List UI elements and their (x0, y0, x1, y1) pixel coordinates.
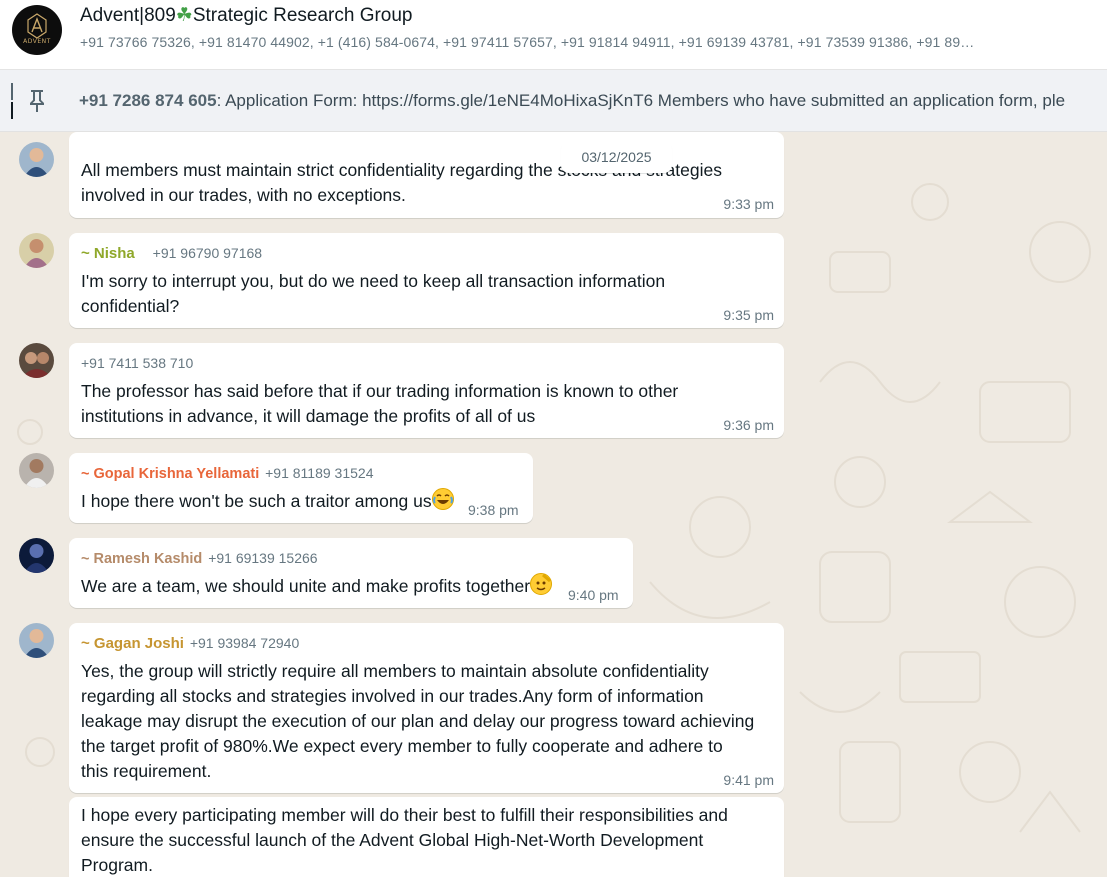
sender-avatar[interactable] (19, 453, 54, 488)
sender-avatar[interactable] (19, 142, 54, 177)
pinned-message-bar[interactable]: +91 7286 874 605: Application Form: http… (0, 70, 1107, 132)
message-bubble[interactable]: ~ Ramesh Kashid +91 69139 15266 We are a… (69, 538, 633, 608)
message-line: ensure the successful launch of the Adve… (81, 830, 704, 850)
message-line: Program. (81, 855, 153, 875)
pinned-sender: +91 7286 874 605 (79, 91, 217, 110)
sender-avatar[interactable] (19, 538, 54, 573)
sender-name[interactable]: ~ Gopal Krishna Yellamati (81, 466, 259, 482)
sender-line: ~ Gopal Krishna Yellamati +91 81189 3152… (81, 465, 373, 482)
group-members-list[interactable]: +91 73766 75326, +91 81470 44902, +1 (41… (80, 34, 1090, 50)
message-bubble[interactable]: +91 7411 538 710 The professor has said … (69, 343, 784, 438)
message-time: 9:33 pm (723, 196, 774, 212)
group-name-part1: Advent|809 (80, 5, 176, 26)
shamrock-icon: ☘ (175, 5, 193, 26)
message-line: the target profit of 980%.We expect ever… (81, 736, 723, 756)
message-line-text: I hope there won't be such a traitor amo… (81, 491, 432, 511)
message-bubble[interactable]: ~ Nisha +91 96790 97168 I'm sorry to int… (69, 233, 784, 328)
message-time: 9:38 pm (468, 502, 519, 518)
message-line-text: We are a team, we should unite and make … (81, 576, 531, 596)
chat-area[interactable]: 03/12/2025 All members must maintain str… (0, 132, 1107, 877)
message-line: I hope there won't be such a traitor amo… (81, 488, 454, 514)
sender-line: ~ Ramesh Kashid +91 69139 15266 (81, 550, 318, 567)
chat-header[interactable]: ADVENT Advent|809☘Strategic Research Gro… (0, 0, 1107, 70)
sender-avatar[interactable] (19, 343, 54, 378)
sender-phone: +91 96790 97168 (152, 245, 263, 261)
message-time: 9:36 pm (723, 417, 774, 433)
date-chip: 03/12/2025 (561, 141, 672, 173)
sender-phone: +91 93984 72940 (189, 635, 300, 651)
message-line: We are a team, we should unite and make … (81, 573, 553, 599)
sender-line: ~ Gagan Joshi +91 93984 72940 (81, 635, 299, 652)
message-line: regarding all stocks and strategies invo… (81, 686, 704, 706)
sender-phone[interactable]: +91 7411 538 710 (81, 355, 193, 371)
message-line: involved in our trades, with no exceptio… (81, 185, 406, 205)
message-line: confidential? (81, 296, 180, 316)
sender-phone: +91 81189 31524 (265, 465, 374, 481)
message-line: I'm sorry to interrupt you, but do we ne… (81, 271, 666, 291)
sender-name[interactable]: ~ Gagan Joshi (81, 635, 184, 652)
sender-avatar[interactable] (19, 233, 54, 268)
sender-phone: +91 69139 15266 (208, 550, 318, 566)
group-name[interactable]: Advent|809☘Strategic Research Group (80, 4, 413, 27)
group-name-part2: Strategic Research Group (192, 5, 413, 26)
sender-name[interactable]: ~ Ramesh Kashid (81, 551, 202, 567)
sender-line: ~ Nisha +91 96790 97168 (81, 245, 262, 262)
advent-logo-icon (27, 13, 47, 39)
pinned-message-text[interactable]: +91 7286 874 605: Application Form: http… (79, 91, 1065, 111)
message-line: leakage may disrupt the execution of our… (81, 711, 755, 731)
group-avatar[interactable]: ADVENT (12, 5, 62, 55)
pin-icon[interactable] (27, 89, 47, 113)
pinned-body: : Application Form: https://forms.gle/1e… (216, 91, 1066, 110)
message-bubble[interactable]: All members must maintain strict confide… (69, 132, 784, 218)
message-bubble[interactable]: I hope every participating member will d… (69, 797, 784, 877)
message-time: 9:40 pm (568, 587, 619, 603)
message-bubble[interactable]: ~ Gagan Joshi +91 93984 72940 Yes, the g… (69, 623, 784, 793)
message-line: Yes, the group will strictly require all… (81, 661, 709, 681)
message-bubble[interactable]: ~ Gopal Krishna Yellamati +91 81189 3152… (69, 453, 533, 523)
saluting-face-icon (530, 573, 553, 595)
message-line: institutions in advance, it will damage … (81, 406, 536, 426)
message-line: The professor has said before that if ou… (81, 381, 679, 401)
pin-indicator (11, 83, 13, 119)
message-line: I hope every participating member will d… (81, 805, 728, 825)
message-time: 9:35 pm (723, 307, 774, 323)
message-line: this requirement. (81, 761, 212, 781)
sender-name[interactable]: ~ Nisha (81, 245, 135, 262)
sender-avatar[interactable] (19, 623, 54, 658)
sender-line: +91 7411 538 710 (81, 355, 193, 371)
face-with-tears-of-joy-icon (431, 488, 454, 510)
avatar-logo-text: ADVENT (23, 38, 51, 45)
message-time: 9:41 pm (723, 772, 774, 788)
